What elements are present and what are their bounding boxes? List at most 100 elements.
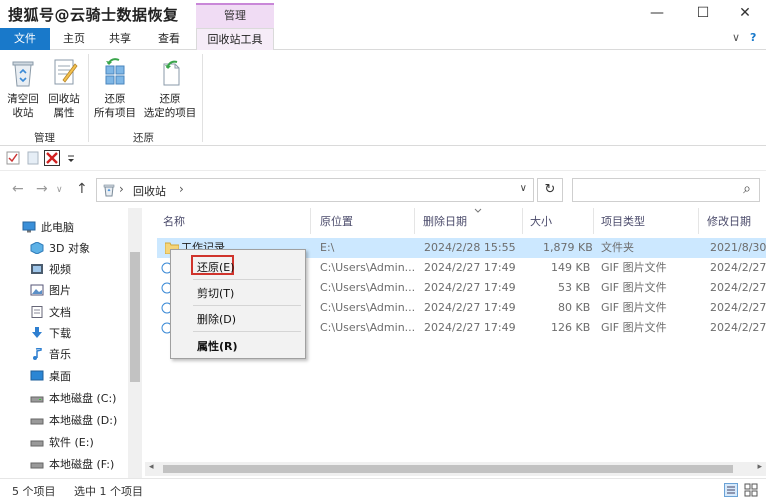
nav-item-label: 软件 (E:) <box>49 436 94 449</box>
nav-item-label: 3D 对象 <box>49 242 90 255</box>
search-input[interactable]: ⌕ <box>572 178 760 202</box>
nav-item-downloads[interactable]: 下载 <box>30 324 71 344</box>
customize-dropdown-icon[interactable] <box>66 151 76 165</box>
column-divider[interactable] <box>310 208 311 234</box>
scrollbar-thumb[interactable] <box>163 465 733 473</box>
navigation-pane-scrollbar[interactable] <box>128 208 142 478</box>
ribbon-separator <box>202 54 203 142</box>
address-bar[interactable]: › 回收站 › ∨ <box>96 178 534 202</box>
status-selection-count: 选中 1 个项目 <box>74 485 143 498</box>
column-divider[interactable] <box>522 208 523 234</box>
pictures-icon <box>30 284 44 296</box>
tab-recycle-bin-tools[interactable]: 回收站工具 <box>196 28 274 51</box>
properties-icon <box>54 59 78 85</box>
nav-item-drive-f[interactable]: 本地磁盘 (F:) <box>30 455 114 475</box>
scroll-right-icon[interactable]: ▸ <box>757 462 762 472</box>
cell-date-modified: 2024/2/27 <box>710 321 766 334</box>
cell-date-modified: 2024/2/27 <box>710 301 766 314</box>
maximize-button[interactable]: ☐ <box>680 4 726 24</box>
breadcrumb-chevron-icon: › <box>119 182 124 196</box>
help-icon[interactable]: ? <box>750 31 756 44</box>
nav-item-documents[interactable]: 文档 <box>30 303 71 323</box>
cell-type: GIF 图片文件 <box>601 261 667 274</box>
ribbon: 清空回 收站 回收站 属性 管理 还原 所有项目 还原 选定的项目 还原 <box>0 50 766 146</box>
delete-x-icon[interactable] <box>44 150 60 166</box>
checkmark-icon[interactable] <box>6 151 20 165</box>
up-arrow-icon[interactable]: ↑ <box>76 181 88 197</box>
refresh-button[interactable]: ↻ <box>537 178 563 202</box>
restore-all-button[interactable]: 还原 所有项目 <box>92 56 138 120</box>
sort-indicator-icon <box>474 208 482 213</box>
empty-recycle-bin-label-2: 收站 <box>12 107 34 119</box>
cell-date-deleted: 2024/2/28 15:55 <box>424 241 516 254</box>
nav-item-drive-e[interactable]: 软件 (E:) <box>30 433 94 453</box>
cell-location: E:\ <box>320 241 335 254</box>
tab-home[interactable]: 主页 <box>52 28 96 50</box>
nav-item-label: 桌面 <box>49 370 71 383</box>
restore-all-label-2: 所有项目 <box>94 107 136 119</box>
blank-page-icon[interactable] <box>26 151 40 165</box>
tab-share[interactable]: 共享 <box>98 28 142 50</box>
nav-item-3d-objects[interactable]: 3D 对象 <box>30 239 90 259</box>
details-view-icon[interactable] <box>724 483 738 497</box>
scrollbar-thumb[interactable] <box>130 252 140 382</box>
nav-item-this-pc[interactable]: 此电脑 <box>22 218 74 238</box>
back-arrow-icon[interactable]: ← <box>12 181 24 197</box>
nav-item-drive-d[interactable]: 本地磁盘 (D:) <box>30 411 117 431</box>
column-header-date-deleted[interactable]: 删除日期 <box>423 213 467 229</box>
recent-locations-icon[interactable]: ∨ <box>56 185 63 195</box>
recycle-bin-properties-button[interactable]: 回收站 属性 <box>44 56 84 120</box>
cell-location: C:\Users\Admin... <box>320 261 416 274</box>
tab-file[interactable]: 文件 <box>0 28 50 50</box>
nav-item-drive-c[interactable]: 本地磁盘 (C:) <box>30 389 116 409</box>
menu-item-cut[interactable]: 剪切(T) <box>197 285 234 301</box>
nav-item-label: 音乐 <box>49 348 71 361</box>
recycle-bin-small-icon <box>103 184 115 197</box>
column-header-name[interactable]: 名称 <box>163 213 185 229</box>
cell-type: GIF 图片文件 <box>601 281 667 294</box>
cell-date-deleted: 2024/2/27 17:49 <box>424 301 516 314</box>
breadcrumb-chevron-icon: › <box>179 182 184 196</box>
menu-item-restore[interactable]: 还原(E) <box>197 259 235 275</box>
cell-type: GIF 图片文件 <box>601 321 667 334</box>
horizontal-scrollbar[interactable]: ◂ ▸ <box>145 462 766 476</box>
forward-arrow-icon[interactable]: → <box>36 181 48 197</box>
ribbon-collapse-icon[interactable]: ∨ <box>732 31 740 44</box>
nav-item-label: 文档 <box>49 306 71 319</box>
restore-selected-button[interactable]: 还原 选定的项目 <box>140 56 200 120</box>
restore-all-icon <box>105 58 125 85</box>
minimize-button[interactable]: — <box>634 4 680 24</box>
scroll-left-icon[interactable]: ◂ <box>149 462 154 472</box>
nav-item-pictures[interactable]: 图片 <box>30 281 71 301</box>
column-header-original-location[interactable]: 原位置 <box>320 213 353 229</box>
column-header-size[interactable]: 大小 <box>530 213 552 229</box>
nav-item-videos[interactable]: 视频 <box>30 260 71 280</box>
cell-size: 53 KB <box>558 281 591 294</box>
menu-item-delete[interactable]: 删除(D) <box>197 311 236 327</box>
empty-recycle-bin-button[interactable]: 清空回 收站 <box>4 56 42 120</box>
breadcrumb-recycle-bin[interactable]: 回收站 <box>133 183 166 199</box>
nav-item-label: 图片 <box>49 284 71 297</box>
music-icon <box>33 348 42 360</box>
menu-item-properties[interactable]: 属性(R) <box>197 338 238 354</box>
column-divider[interactable] <box>698 208 699 234</box>
address-dropdown-icon[interactable]: ∨ <box>520 183 527 194</box>
group-label-manage: 管理 <box>34 132 55 144</box>
cell-date-deleted: 2024/2/27 17:49 <box>424 281 516 294</box>
column-header-item-type[interactable]: 项目类型 <box>601 213 645 229</box>
navigation-row: ← → ∨ ↑ › 回收站 › ∨ ↻ ⌕ <box>0 174 766 206</box>
nav-item-desktop[interactable]: 桌面 <box>30 367 71 387</box>
column-header-date-modified[interactable]: 修改日期 <box>707 213 751 229</box>
column-divider[interactable] <box>593 208 594 234</box>
drive-icon <box>30 440 44 447</box>
column-divider[interactable] <box>414 208 415 234</box>
close-button[interactable]: ✕ <box>722 4 766 24</box>
nav-item-label: 本地磁盘 (D:) <box>49 414 118 427</box>
tab-view[interactable]: 查看 <box>146 28 192 50</box>
nav-item-music[interactable]: 音乐 <box>30 345 71 365</box>
restore-selected-icon <box>163 60 180 86</box>
nav-item-label: 此电脑 <box>41 221 74 234</box>
large-icons-view-icon[interactable] <box>744 483 758 497</box>
drive-icon <box>30 462 44 469</box>
cell-date-deleted: 2024/2/27 17:49 <box>424 321 516 334</box>
